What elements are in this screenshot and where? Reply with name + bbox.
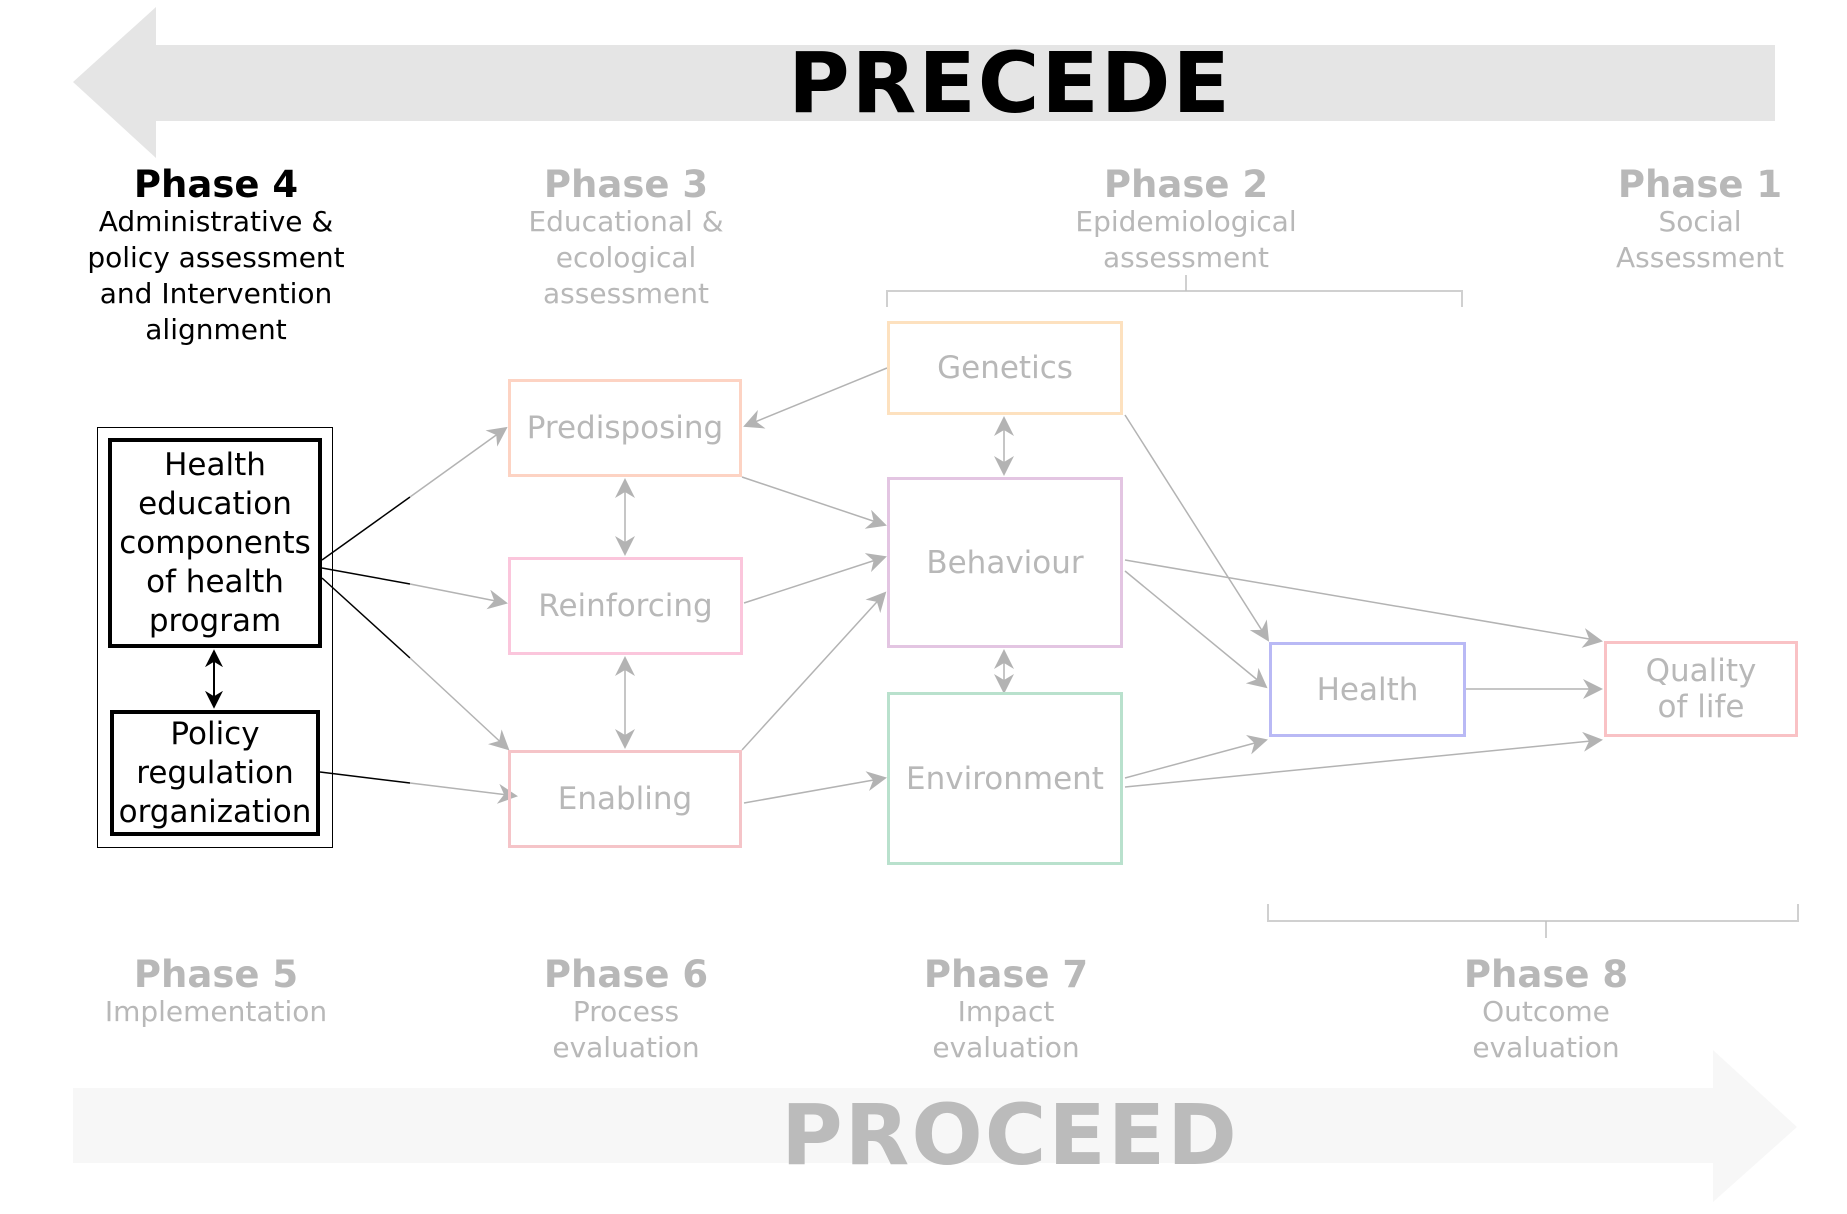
connector-health-ed-to-reinforcing-tail — [409, 583, 508, 610]
phase8-line-2: evaluation — [1472, 1031, 1620, 1064]
phase3-title: Phase 3 — [543, 163, 709, 206]
connector-health-ed-to-predisposing — [321, 496, 411, 561]
health-education-line-4: of health — [146, 563, 284, 600]
phase6-line-2: evaluation — [552, 1031, 700, 1064]
connector-environment-to-quality-of-life — [1124, 731, 1603, 788]
policy-line-1: Policy — [170, 715, 260, 752]
reinforcing-box[interactable]: Reinforcing — [508, 557, 743, 655]
phase8-title: Phase 8 — [1463, 953, 1629, 996]
phase4-line-3: and Intervention — [99, 277, 333, 310]
connector-environment-to-health — [1124, 735, 1268, 779]
phase4-line-4: alignment — [145, 313, 287, 346]
behaviour-label: Behaviour — [926, 544, 1084, 581]
connector-policy-to-enabling-tail — [409, 782, 518, 804]
phase4-line-1: Administrative & — [98, 205, 334, 238]
health-education-line-3: components — [119, 524, 311, 561]
connector-health-ed-to-predisposing-tail — [409, 426, 508, 498]
phase8-bracket — [1267, 904, 1799, 938]
quality-of-life-box[interactable]: Quality of life — [1604, 641, 1798, 737]
quality-of-life-line-1: Quality — [1645, 653, 1757, 689]
enabling-label: Enabling — [557, 781, 693, 817]
phase5-line-1: Implementation — [104, 995, 328, 1028]
phase7-title: Phase 7 — [923, 953, 1089, 996]
phase5-title: Phase 5 — [133, 953, 299, 996]
phase6-label: Phase 6 Process evaluation — [544, 956, 708, 1066]
connector-health-ed-to-enabling-tail — [409, 657, 510, 751]
connector-genetics-to-health — [1124, 414, 1270, 642]
phase1-label: Phase 1 Social Assessment — [1616, 166, 1784, 276]
phase2-line-2: assessment — [1103, 241, 1269, 274]
health-box[interactable]: Health — [1269, 642, 1466, 737]
phase1-title: Phase 1 — [1617, 163, 1783, 206]
phase2-line-1: Epidemiological — [1075, 205, 1297, 238]
connector-reinforcing-to-behaviour — [743, 553, 887, 604]
connector-enabling-to-environment — [743, 771, 887, 804]
reinforcing-label: Reinforcing — [538, 588, 713, 624]
phase4-connectors — [319, 426, 518, 804]
health-education-line-2: education — [138, 485, 292, 522]
connector-predisposing-to-behaviour — [741, 476, 887, 529]
enabling-box[interactable]: Enabling — [508, 750, 742, 848]
phase2-title: Phase 2 — [1103, 163, 1269, 206]
health-education-line-5: program — [148, 602, 282, 639]
phase7-label: Phase 7 Impact evaluation — [924, 956, 1088, 1066]
health-label: Health — [1316, 671, 1419, 708]
behaviour-box[interactable]: Behaviour — [887, 477, 1123, 648]
phase8-line-1: Outcome — [1482, 995, 1610, 1028]
policy-line-2: regulation — [136, 754, 294, 791]
phase2-bracket — [886, 275, 1463, 307]
environment-label: Environment — [906, 760, 1104, 797]
precede-title: PRECEDE — [788, 34, 1232, 132]
predisposing-box[interactable]: Predisposing — [508, 379, 742, 477]
connector-policy-to-enabling — [319, 771, 411, 784]
environment-box[interactable]: Environment — [887, 692, 1123, 865]
genetics-label: Genetics — [937, 350, 1073, 386]
proceed-title: PROCEED — [781, 1086, 1239, 1184]
connector-health-ed-to-reinforcing — [321, 567, 411, 585]
policy-box[interactable]: Policy regulation organization — [110, 710, 320, 836]
phase6-line-1: Process — [572, 995, 680, 1028]
connector-genetics-to-predisposing — [743, 367, 888, 429]
quality-of-life-line-2: of life — [1657, 689, 1745, 725]
phase4-label: Phase 4 Administrative & policy assessme… — [87, 166, 344, 348]
policy-line-3: organization — [118, 793, 312, 830]
connector-health-ed-to-enabling — [321, 577, 411, 659]
phase7-line-1: Impact — [957, 995, 1055, 1028]
phase1-line-1: Social — [1658, 205, 1742, 238]
health-education-box[interactable]: Health education components of health pr… — [108, 438, 322, 648]
predisposing-label: Predisposing — [526, 410, 724, 446]
phase3-label: Phase 3 Educational & ecological assessm… — [528, 166, 723, 312]
phase3-line-2: ecological — [555, 241, 697, 274]
phase2-label: Phase 2 Epidemiological assessment — [1075, 166, 1296, 276]
connector-enabling-to-behaviour — [741, 591, 887, 751]
phase3-line-3: assessment — [543, 277, 709, 310]
connector-behaviour-to-health — [1124, 570, 1268, 689]
phase4-title: Phase 4 — [133, 163, 299, 206]
phase6-title: Phase 6 — [543, 953, 709, 996]
phase1-line-2: Assessment — [1616, 241, 1784, 274]
phase5-label: Phase 5 Implementation — [105, 956, 327, 1030]
genetics-box[interactable]: Genetics — [887, 321, 1123, 415]
phase7-line-2: evaluation — [932, 1031, 1080, 1064]
phase8-label: Phase 8 Outcome evaluation — [1464, 956, 1628, 1066]
phase4-line-2: policy assessment — [87, 241, 345, 274]
phase3-line-1: Educational & — [528, 205, 724, 238]
health-education-line-1: Health — [164, 446, 266, 483]
